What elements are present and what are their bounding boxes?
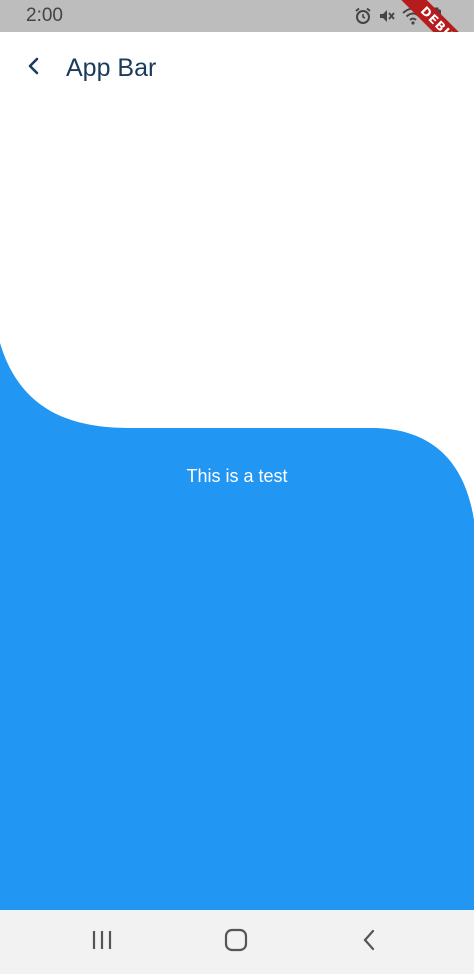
app-screen: 2:00 DEBUG App Bar This is a test — [0, 0, 474, 974]
status-icons — [354, 7, 442, 25]
mute-icon — [378, 7, 396, 25]
status-bar: 2:00 — [0, 0, 474, 32]
system-navigation-bar — [0, 910, 474, 974]
battery-icon — [430, 7, 442, 25]
blue-wave-shape — [0, 343, 474, 974]
back-icon — [361, 929, 377, 956]
home-icon — [224, 928, 248, 957]
status-time: 2:00 — [26, 5, 63, 26]
chevron-left-icon — [24, 56, 44, 81]
content-text: This is a test — [186, 466, 288, 486]
home-button[interactable] — [216, 926, 256, 958]
page-title: App Bar — [66, 54, 157, 82]
system-back-button[interactable] — [349, 926, 389, 958]
back-button[interactable] — [12, 46, 56, 90]
app-bar: App Bar — [0, 32, 474, 106]
wifi-icon — [402, 7, 424, 25]
recents-icon — [91, 930, 113, 955]
recents-button[interactable] — [82, 926, 122, 958]
alarm-icon — [354, 7, 372, 25]
